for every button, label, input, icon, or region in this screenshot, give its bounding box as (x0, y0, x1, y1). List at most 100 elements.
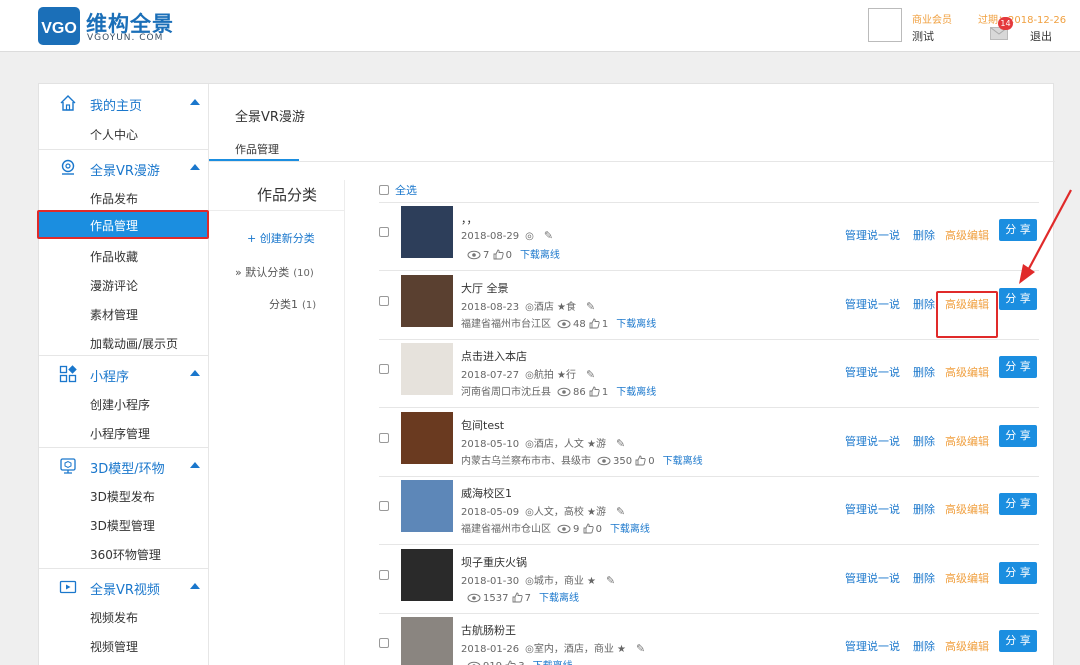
sidebar-item-360-object[interactable]: 360环物管理 (39, 539, 209, 568)
delete-link[interactable]: 删除 (913, 570, 935, 586)
work-date: 2018-07-27 (461, 370, 520, 381)
tab-works-management[interactable]: 作品管理 (235, 141, 279, 157)
create-category-link[interactable]: + 创建新分类 (247, 230, 315, 246)
vgo-logo-icon[interactable]: VGO (38, 7, 80, 45)
work-stats: 919 3 下载离线 (461, 657, 573, 665)
work-thumbnail[interactable] (401, 411, 453, 464)
manage-comments-link[interactable]: 管理说一说 (845, 296, 900, 312)
share-button[interactable]: 分 享 (999, 424, 1037, 447)
delete-link[interactable]: 删除 (913, 296, 935, 312)
share-button[interactable]: 分 享 (999, 356, 1037, 378)
sidebar-item-video-management[interactable]: 视频管理 (39, 631, 209, 660)
username[interactable]: 测试 (912, 28, 934, 44)
edit-pencil-icon[interactable]: ✎ (606, 574, 615, 587)
sidebar-item-mini-program-management[interactable]: 小程序管理 (39, 418, 209, 447)
sidebar-item-loading-animation[interactable]: 加载动画/展示页 (39, 328, 209, 357)
work-thumbnail[interactable] (401, 617, 453, 665)
sidebar-group-home[interactable]: 我的主页 (39, 85, 209, 119)
work-thumbnail[interactable] (401, 206, 453, 258)
select-all-checkbox[interactable] (379, 185, 389, 195)
manage-comments-link[interactable]: 管理说一说 (845, 364, 900, 380)
share-button[interactable]: 分 享 (999, 493, 1037, 515)
work-thumbnail[interactable] (401, 480, 453, 532)
work-title[interactable]: 点击进入本店 (461, 348, 527, 364)
delete-link[interactable]: 删除 (913, 227, 935, 243)
sidebar-item-create-mini-program[interactable]: 创建小程序 (39, 389, 209, 418)
work-title[interactable]: 包间test (461, 417, 504, 433)
edit-pencil-icon[interactable]: ✎ (616, 437, 625, 450)
edit-pencil-icon[interactable]: ✎ (544, 229, 553, 242)
work-title[interactable]: 古航肠粉王 (461, 622, 516, 638)
advanced-edit-link[interactable]: 高级编辑 (945, 570, 989, 586)
work-title[interactable]: ，， (461, 211, 478, 227)
download-offline-link[interactable]: 下载离线 (663, 456, 703, 467)
advanced-edit-link[interactable]: 高级编辑 (945, 433, 989, 449)
select-all-label[interactable]: 全选 (395, 184, 417, 197)
row-checkbox[interactable] (379, 638, 389, 648)
delete-link[interactable]: 删除 (913, 638, 935, 654)
list-item: 坝子重庆火锅 2018-01-30 ◎城市，商业 ★ ✎ 1537 7 下载离线 管理说一说… (379, 546, 1039, 614)
download-offline-link[interactable]: 下载离线 (520, 250, 560, 261)
advanced-edit-link[interactable]: 高级编辑 (945, 364, 989, 380)
edit-pencil-icon[interactable]: ✎ (616, 505, 625, 518)
download-offline-link[interactable]: 下载离线 (610, 524, 650, 535)
work-thumbnail[interactable] (401, 274, 453, 327)
sidebar-group-mini-program[interactable]: 小程序 (39, 355, 209, 389)
sidebar-item-personal-center[interactable]: 个人中心 (39, 119, 209, 148)
share-button[interactable]: 分 享 (999, 561, 1037, 584)
row-checkbox[interactable] (379, 227, 389, 237)
logout-link[interactable]: 退出 (1030, 28, 1052, 44)
download-offline-link[interactable]: 下载离线 (616, 387, 656, 398)
advanced-edit-link[interactable]: 高级编辑 (945, 227, 989, 243)
manage-comments-link[interactable]: 管理说一说 (845, 638, 900, 654)
work-tags: ◎酒店，人文 ★游 (525, 438, 606, 450)
member-type: 商业会员 (912, 15, 952, 26)
sidebar-group-vr-video[interactable]: 全景VR视频 (39, 568, 209, 602)
sidebar-item-comments[interactable]: 漫游评论 (39, 270, 209, 299)
sidebar-item-label: 创建小程序 (90, 398, 151, 412)
delete-link[interactable]: 删除 (913, 501, 935, 517)
sidebar-item-video-publish[interactable]: 视频发布 (39, 602, 209, 631)
avatar[interactable] (868, 8, 902, 42)
work-thumbnail[interactable] (401, 548, 453, 601)
eye-icon (467, 661, 481, 665)
sidebar-item-3d-publish[interactable]: 3D模型发布 (39, 481, 209, 510)
row-checkbox[interactable] (379, 295, 389, 306)
row-checkbox[interactable] (379, 501, 389, 511)
row-checkbox[interactable] (379, 432, 389, 443)
download-offline-link[interactable]: 下载离线 (616, 319, 656, 330)
sidebar-group-vr-tour[interactable]: 全景VR漫游 (39, 149, 209, 183)
sidebar-item-3d-management[interactable]: 3D模型管理 (39, 510, 209, 539)
work-title[interactable]: 威海校区1 (461, 485, 512, 501)
sidebar-item-materials[interactable]: 素材管理 (39, 299, 209, 328)
manage-comments-link[interactable]: 管理说一说 (845, 570, 900, 586)
sidebar-item-works-management[interactable]: 作品管理 (37, 210, 209, 239)
edit-pencil-icon[interactable]: ✎ (586, 368, 595, 381)
category-1[interactable]: 分类1 (1) (269, 296, 316, 312)
delete-link[interactable]: 删除 (913, 364, 935, 380)
manage-comments-link[interactable]: 管理说一说 (845, 227, 900, 243)
manage-comments-link[interactable]: 管理说一说 (845, 433, 900, 449)
like-count: 1 (601, 318, 609, 330)
row-checkbox[interactable] (379, 569, 389, 580)
share-button[interactable]: 分 享 (999, 287, 1037, 310)
share-button[interactable]: 分 享 (999, 630, 1037, 652)
work-thumbnail[interactable] (401, 343, 453, 395)
edit-pencil-icon[interactable]: ✎ (586, 300, 595, 313)
work-title[interactable]: 大厅 全景 (461, 280, 509, 296)
delete-link[interactable]: 删除 (913, 433, 935, 449)
edit-pencil-icon[interactable]: ✎ (636, 642, 645, 655)
select-all[interactable]: 全选 (379, 182, 417, 198)
sidebar-group-3d-model[interactable]: 3D模型/环物 (39, 447, 209, 481)
row-checkbox[interactable] (379, 364, 389, 374)
advanced-edit-link[interactable]: 高级编辑 (945, 501, 989, 517)
download-offline-link[interactable]: 下载离线 (533, 661, 573, 665)
advanced-edit-link[interactable]: 高级编辑 (945, 638, 989, 654)
manage-comments-link[interactable]: 管理说一说 (845, 501, 900, 517)
category-default[interactable]: » 默认分类 (10) (235, 264, 314, 280)
download-offline-link[interactable]: 下载离线 (539, 593, 579, 604)
work-title[interactable]: 坝子重庆火锅 (461, 554, 527, 570)
sidebar-item-favorites[interactable]: 作品收藏 (39, 241, 209, 270)
work-tags: ◎ (525, 231, 534, 242)
sidebar-item-publish[interactable]: 作品发布 (39, 183, 209, 212)
